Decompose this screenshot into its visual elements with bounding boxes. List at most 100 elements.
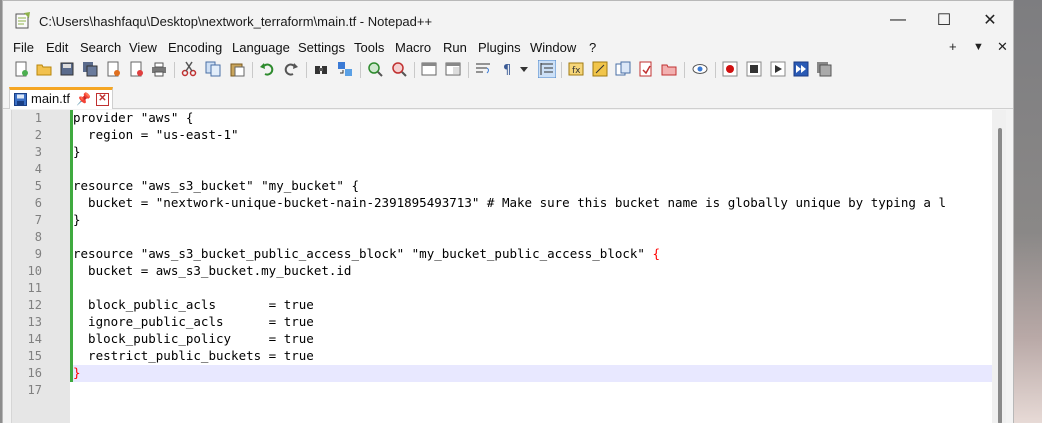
svg-text:fx: fx: [572, 66, 581, 76]
doc-map-icon[interactable]: [615, 61, 631, 77]
minimize-button[interactable]: —: [875, 1, 921, 39]
folder-workspace-icon[interactable]: [592, 61, 608, 77]
toolbar: ¶ fx: [3, 59, 1013, 81]
show-chars-dropdown-icon[interactable]: [519, 61, 529, 77]
close-document-button[interactable]: ✕: [997, 39, 1008, 55]
find-icon[interactable]: [313, 61, 329, 77]
menu-file[interactable]: File: [13, 40, 34, 55]
tab-list-dropdown[interactable]: ▼: [973, 41, 984, 53]
word-wrap-icon[interactable]: [475, 61, 491, 77]
undo-icon[interactable]: [259, 61, 275, 77]
replace-icon[interactable]: [337, 61, 353, 77]
tab-bar: main.tf 📌 ✕: [3, 83, 1013, 109]
line-number: 5: [34, 179, 42, 193]
copy-icon[interactable]: [205, 61, 221, 77]
indent-guide-icon[interactable]: [538, 60, 556, 78]
toolbar-separator: [715, 62, 716, 78]
line-number-gutter: 1 2 3 4 5 6 7 8 9 10 11 12 13 14 15 16 1…: [12, 110, 70, 423]
menu-encoding[interactable]: Encoding: [168, 40, 222, 55]
save-macro-icon[interactable]: [816, 61, 832, 77]
print-icon[interactable]: [151, 61, 167, 77]
line-number: 12: [27, 298, 42, 312]
run-macro-multiple-icon[interactable]: [793, 61, 809, 77]
code-text: }: [73, 144, 81, 159]
close-icon[interactable]: [105, 61, 121, 77]
toolbar-separator: [252, 62, 253, 78]
redo-icon[interactable]: [283, 61, 299, 77]
svg-text:¶: ¶: [503, 63, 511, 77]
code-editor[interactable]: 1 2 3 4 5 6 7 8 9 10 11 12 13 14 15 16 1…: [11, 110, 1006, 423]
code-text: ignore_public_acls = true: [73, 314, 314, 329]
toolbar-separator: [561, 62, 562, 78]
code-line: }: [73, 144, 992, 161]
code-line: resource "aws_s3_bucket_public_access_bl…: [73, 246, 992, 263]
show-all-chars-icon[interactable]: ¶: [499, 61, 515, 77]
line-number: 10: [27, 264, 42, 278]
menu-help[interactable]: ?: [589, 40, 596, 55]
doc-list-icon[interactable]: [638, 61, 654, 77]
sync-vertical-icon[interactable]: [421, 61, 437, 77]
code-text: provider "aws" {: [73, 110, 194, 125]
menu-edit[interactable]: Edit: [46, 40, 68, 55]
code-text: resource "aws_s3_bucket" "my_bucket" {: [73, 178, 359, 193]
monitoring-icon[interactable]: [692, 61, 708, 77]
open-file-icon[interactable]: [36, 61, 52, 77]
zoom-out-icon[interactable]: [391, 61, 407, 77]
menu-settings[interactable]: Settings: [298, 40, 345, 55]
menu-run[interactable]: Run: [443, 40, 467, 55]
menu-language[interactable]: Language: [232, 40, 290, 55]
tab-main-tf[interactable]: main.tf 📌 ✕: [9, 87, 113, 109]
tab-close-icon[interactable]: ✕: [96, 93, 109, 106]
toolbar-separator: [414, 62, 415, 78]
new-file-icon[interactable]: [13, 61, 29, 77]
menu-view[interactable]: View: [129, 40, 157, 55]
zoom-in-icon[interactable]: [367, 61, 383, 77]
line-number: 14: [27, 332, 42, 346]
code-line: provider "aws" {: [73, 110, 992, 127]
menu-search[interactable]: Search: [80, 40, 121, 55]
code-line: resource "aws_s3_bucket" "my_bucket" {: [73, 178, 992, 195]
code-text: }: [73, 212, 81, 227]
play-macro-icon[interactable]: [770, 61, 786, 77]
code-line: block_public_policy = true: [73, 331, 992, 348]
record-macro-icon[interactable]: [722, 61, 738, 77]
line-number: 9: [34, 247, 42, 261]
close-all-icon[interactable]: [128, 61, 144, 77]
maximize-button[interactable]: ☐: [921, 1, 967, 39]
matched-brace: {: [652, 246, 661, 261]
code-text-area[interactable]: provider "aws" { region = "us-east-1" } …: [73, 110, 992, 423]
code-text: resource "aws_s3_bucket_public_access_bl…: [73, 246, 660, 261]
code-text: bucket = aws_s3_bucket.my_bucket.id: [73, 263, 352, 278]
menu-macro[interactable]: Macro: [395, 40, 431, 55]
code-line: }: [73, 212, 992, 229]
close-window-button[interactable]: ✕: [967, 1, 1013, 39]
save-icon[interactable]: [59, 61, 75, 77]
scrollbar-thumb[interactable]: [998, 128, 1002, 423]
function-list-icon[interactable]: fx: [568, 61, 584, 77]
vertical-scrollbar[interactable]: [992, 110, 1006, 423]
code-line: block_public_acls = true: [73, 297, 992, 314]
cut-icon[interactable]: [181, 61, 197, 77]
line-number: 6: [34, 196, 42, 210]
window-title: C:\Users\hashfaqu\Desktop\nextwork_terra…: [39, 14, 433, 29]
paste-icon[interactable]: [229, 61, 245, 77]
pin-icon[interactable]: 📌: [76, 92, 91, 106]
menu-plugins[interactable]: Plugins: [478, 40, 521, 55]
sync-horizontal-icon[interactable]: [445, 61, 461, 77]
folder-icon[interactable]: [661, 61, 677, 77]
code-text: block_public_acls = true: [73, 297, 314, 312]
line-number: 3: [34, 145, 42, 159]
code-line: ignore_public_acls = true: [73, 314, 992, 331]
desktop-background: [1014, 0, 1042, 423]
toolbar-separator: [306, 62, 307, 78]
toolbar-separator: [360, 62, 361, 78]
save-all-icon[interactable]: [82, 61, 98, 77]
line-number: 16: [27, 366, 42, 380]
menu-tools[interactable]: Tools: [354, 40, 384, 55]
new-tab-button[interactable]: +: [949, 39, 957, 54]
menu-window[interactable]: Window: [530, 40, 576, 55]
stop-record-icon[interactable]: [746, 61, 762, 77]
matched-brace: }: [73, 365, 81, 380]
title-bar: C:\Users\hashfaqu\Desktop\nextwork_terra…: [3, 1, 1013, 39]
